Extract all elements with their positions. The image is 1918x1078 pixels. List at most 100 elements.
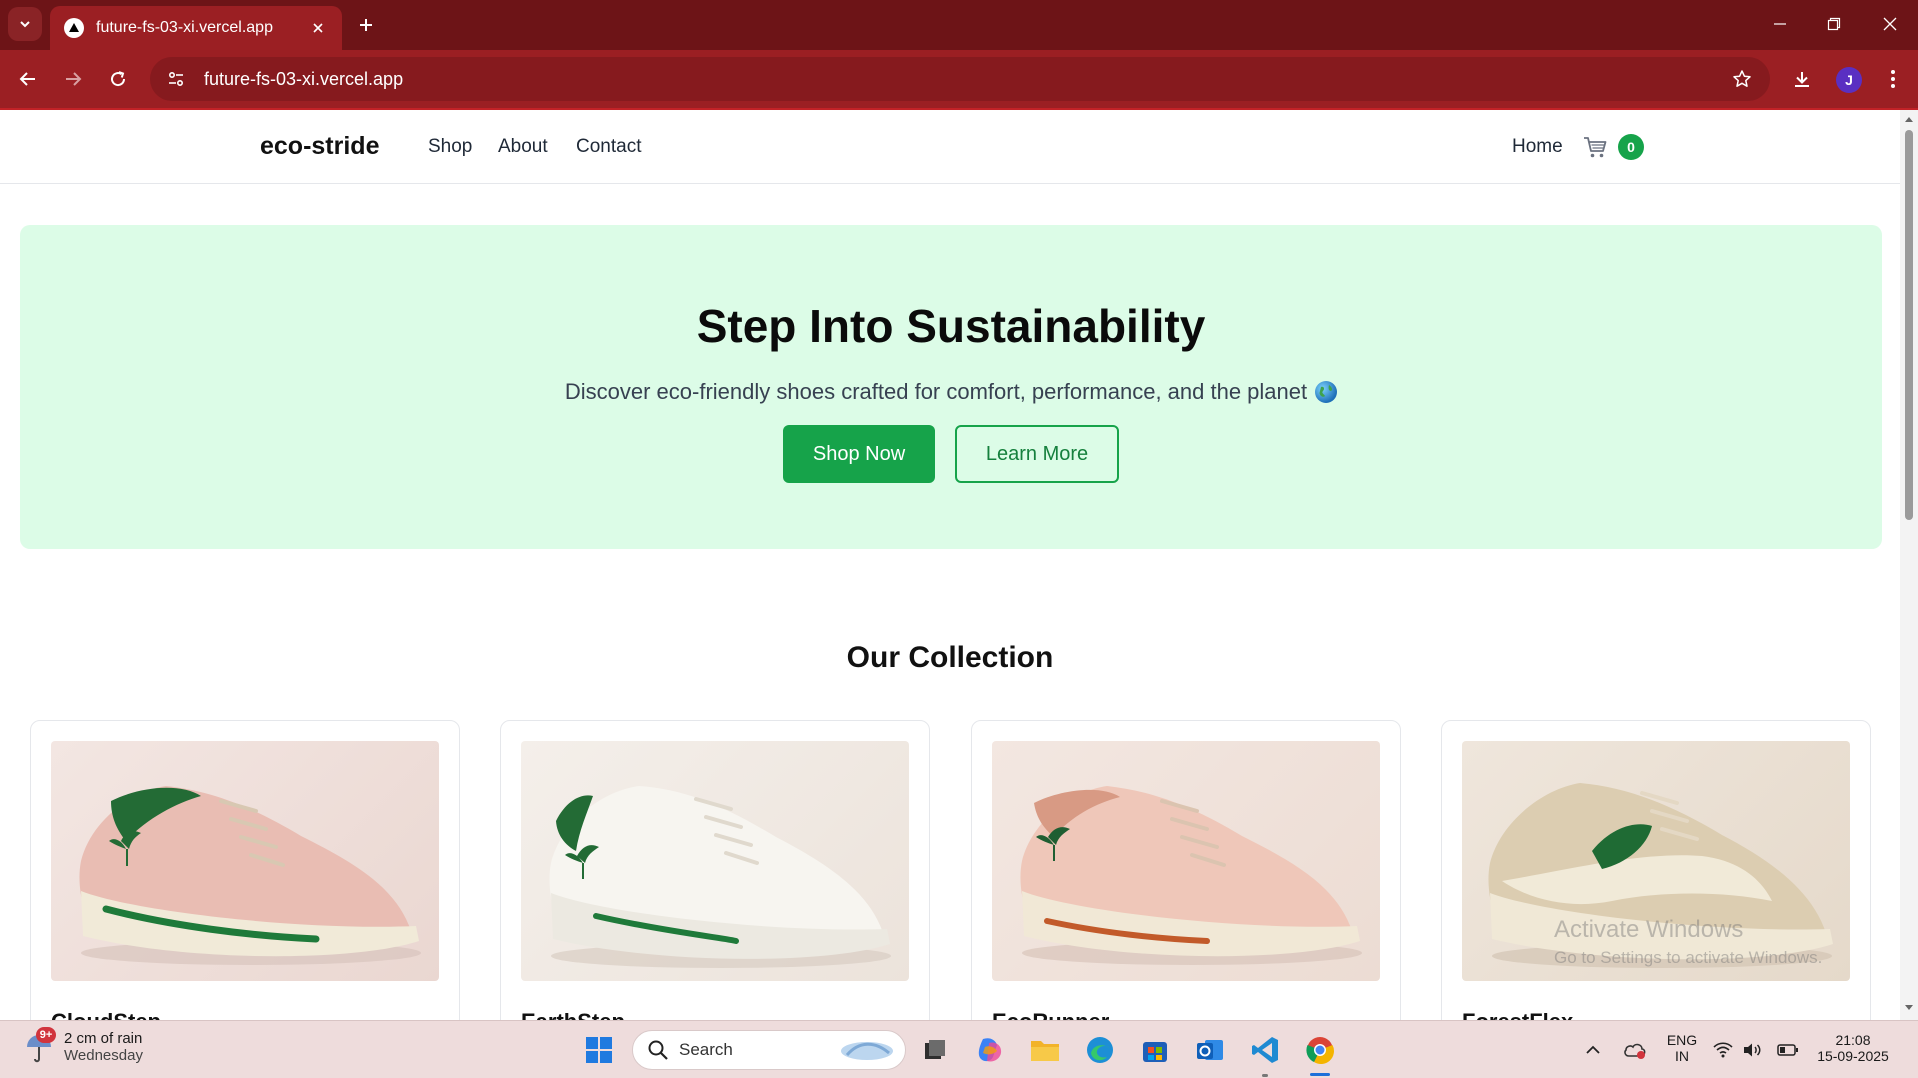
cart-icon[interactable] xyxy=(1582,134,1608,160)
volume-icon[interactable] xyxy=(1737,1031,1767,1069)
tab-search-button[interactable] xyxy=(8,7,42,41)
site-logo[interactable]: eco-stride xyxy=(260,132,379,161)
product-image[interactable] xyxy=(992,741,1380,981)
cart-count-badge: 0 xyxy=(1618,134,1644,160)
site-info-icon[interactable] xyxy=(156,59,196,99)
weather-summary: 2 cm of rain xyxy=(64,1030,143,1047)
cloud-sync-error-icon[interactable] xyxy=(1616,1031,1654,1069)
product-name[interactable]: EcoRunner xyxy=(992,1009,1109,1020)
restore-icon xyxy=(1827,17,1841,31)
plus-icon xyxy=(360,19,372,31)
activation-watermark: Activate Windows Go to Settings to activ… xyxy=(1554,916,1822,968)
taskbar: 9+ 2 cm of rain Wednesday Search ENG IN … xyxy=(0,1020,1918,1078)
minimize-button[interactable] xyxy=(1760,8,1800,40)
browser-toolbar: future-fs-03-xi.vercel.app J xyxy=(0,50,1918,108)
wifi-icon[interactable] xyxy=(1708,1031,1738,1069)
search-icon xyxy=(648,1040,668,1060)
file-explorer-icon[interactable] xyxy=(1026,1031,1064,1069)
product-name[interactable]: ForestFlex xyxy=(1462,1009,1573,1020)
vercel-favicon-icon xyxy=(64,18,84,38)
hero-subtitle-text: Discover eco-friendly shoes crafted for … xyxy=(564,379,1308,404)
download-icon xyxy=(1795,72,1809,87)
product-image[interactable] xyxy=(51,741,439,981)
outlook-icon[interactable] xyxy=(1191,1031,1229,1069)
forward-button[interactable] xyxy=(55,61,91,97)
url-text[interactable]: future-fs-03-xi.vercel.app xyxy=(204,69,1722,90)
windows-start-icon[interactable] xyxy=(580,1031,618,1069)
shoe-illustration xyxy=(549,786,891,968)
reload-icon xyxy=(111,71,126,87)
browser-menu-button[interactable] xyxy=(1875,61,1911,97)
scroll-down-icon[interactable] xyxy=(1903,1002,1915,1014)
search-highlight-icon xyxy=(841,1042,893,1060)
learn-more-button[interactable]: Learn More xyxy=(955,425,1119,483)
site-header: eco-stride Shop About Contact Home 0 xyxy=(0,110,1900,184)
shoe-illustration xyxy=(79,786,421,965)
downloads-button[interactable] xyxy=(1784,61,1820,97)
nav-link-contact[interactable]: Contact xyxy=(576,136,641,158)
weather-widget[interactable]: 9+ 2 cm of rain Wednesday xyxy=(24,1027,143,1065)
more-vert-icon xyxy=(1891,70,1895,88)
globe-icon xyxy=(1315,381,1338,403)
weather-alert-badge: 9+ xyxy=(36,1027,56,1043)
page-viewport: eco-stride Shop About Contact Home 0 Ste… xyxy=(0,110,1900,1020)
close-icon xyxy=(1883,17,1897,31)
chrome-active-indicator xyxy=(1310,1073,1330,1076)
clock[interactable]: 21:08 15-09-2025 xyxy=(1812,1032,1894,1064)
reload-button[interactable] xyxy=(100,61,136,97)
watermark-subtitle: Go to Settings to activate Windows. xyxy=(1554,948,1823,967)
profile-avatar[interactable]: J xyxy=(1836,67,1862,93)
browser-title-bar: future-fs-03-xi.vercel.app xyxy=(0,0,1918,50)
region-code: IN xyxy=(1675,1048,1689,1064)
page-scrollbar[interactable] xyxy=(1900,110,1918,1020)
clock-date: 15-09-2025 xyxy=(1817,1048,1889,1064)
nav-link-about[interactable]: About xyxy=(498,136,548,158)
hero-section: Step Into Sustainability Discover eco-fr… xyxy=(20,225,1882,549)
product-name[interactable]: CloudStep xyxy=(51,1009,161,1020)
weather-day: Wednesday xyxy=(64,1047,143,1064)
edge-browser-icon[interactable] xyxy=(1081,1031,1119,1069)
address-bar[interactable]: future-fs-03-xi.vercel.app xyxy=(150,57,1770,101)
bookmark-star-icon[interactable] xyxy=(1722,59,1762,99)
scroll-up-icon[interactable] xyxy=(1903,113,1915,125)
arrow-left-icon xyxy=(19,72,35,86)
back-button[interactable] xyxy=(10,61,46,97)
product-name[interactable]: EarthStep xyxy=(521,1009,625,1020)
vscode-running-indicator xyxy=(1262,1074,1268,1077)
task-view-icon[interactable] xyxy=(916,1031,954,1069)
scroll-thumb[interactable] xyxy=(1905,130,1913,520)
product-card-cloudstep[interactable]: CloudStep xyxy=(30,720,460,1020)
arrow-right-icon xyxy=(66,72,82,86)
product-card-earthstep[interactable]: EarthStep xyxy=(500,720,930,1020)
tab-title: future-fs-03-xi.vercel.app xyxy=(96,19,273,36)
show-hidden-icons-chevron-up-icon[interactable] xyxy=(1574,1031,1612,1069)
microsoft-store-icon[interactable] xyxy=(1136,1031,1174,1069)
battery-icon[interactable] xyxy=(1773,1031,1803,1069)
watermark-title: Activate Windows xyxy=(1554,916,1744,943)
copilot-icon[interactable] xyxy=(971,1031,1009,1069)
taskbar-search[interactable]: Search xyxy=(632,1030,906,1070)
nav-link-home[interactable]: Home xyxy=(1512,136,1563,158)
clock-time: 21:08 xyxy=(1835,1032,1871,1048)
language-code: ENG xyxy=(1666,1032,1698,1048)
vscode-icon[interactable] xyxy=(1246,1031,1284,1069)
chrome-icon[interactable] xyxy=(1301,1031,1339,1069)
product-card-forestflex[interactable]: ForestFlex xyxy=(1441,720,1871,1020)
tab-close-icon[interactable] xyxy=(308,18,328,38)
collection-title: Our Collection xyxy=(846,641,1054,674)
search-label: Search xyxy=(679,1040,733,1059)
new-tab-button[interactable] xyxy=(352,11,380,39)
browser-tab[interactable]: future-fs-03-xi.vercel.app xyxy=(50,6,342,50)
shoe-illustration xyxy=(1020,786,1362,965)
product-image[interactable] xyxy=(521,741,909,981)
language-indicator[interactable]: ENG IN xyxy=(1664,1032,1700,1064)
minimize-icon xyxy=(1774,23,1786,25)
close-window-button[interactable] xyxy=(1870,8,1910,40)
product-card-ecorunner[interactable]: EcoRunner xyxy=(971,720,1401,1020)
chevron-down-icon xyxy=(20,21,30,28)
restore-button[interactable] xyxy=(1814,8,1854,40)
nav-link-shop[interactable]: Shop xyxy=(428,136,472,158)
hero-title: Step Into Sustainability xyxy=(696,300,1206,352)
shop-now-button[interactable]: Shop Now xyxy=(783,425,935,483)
hero-subtitle: Discover eco-friendly shoes crafted for … xyxy=(20,379,1882,405)
